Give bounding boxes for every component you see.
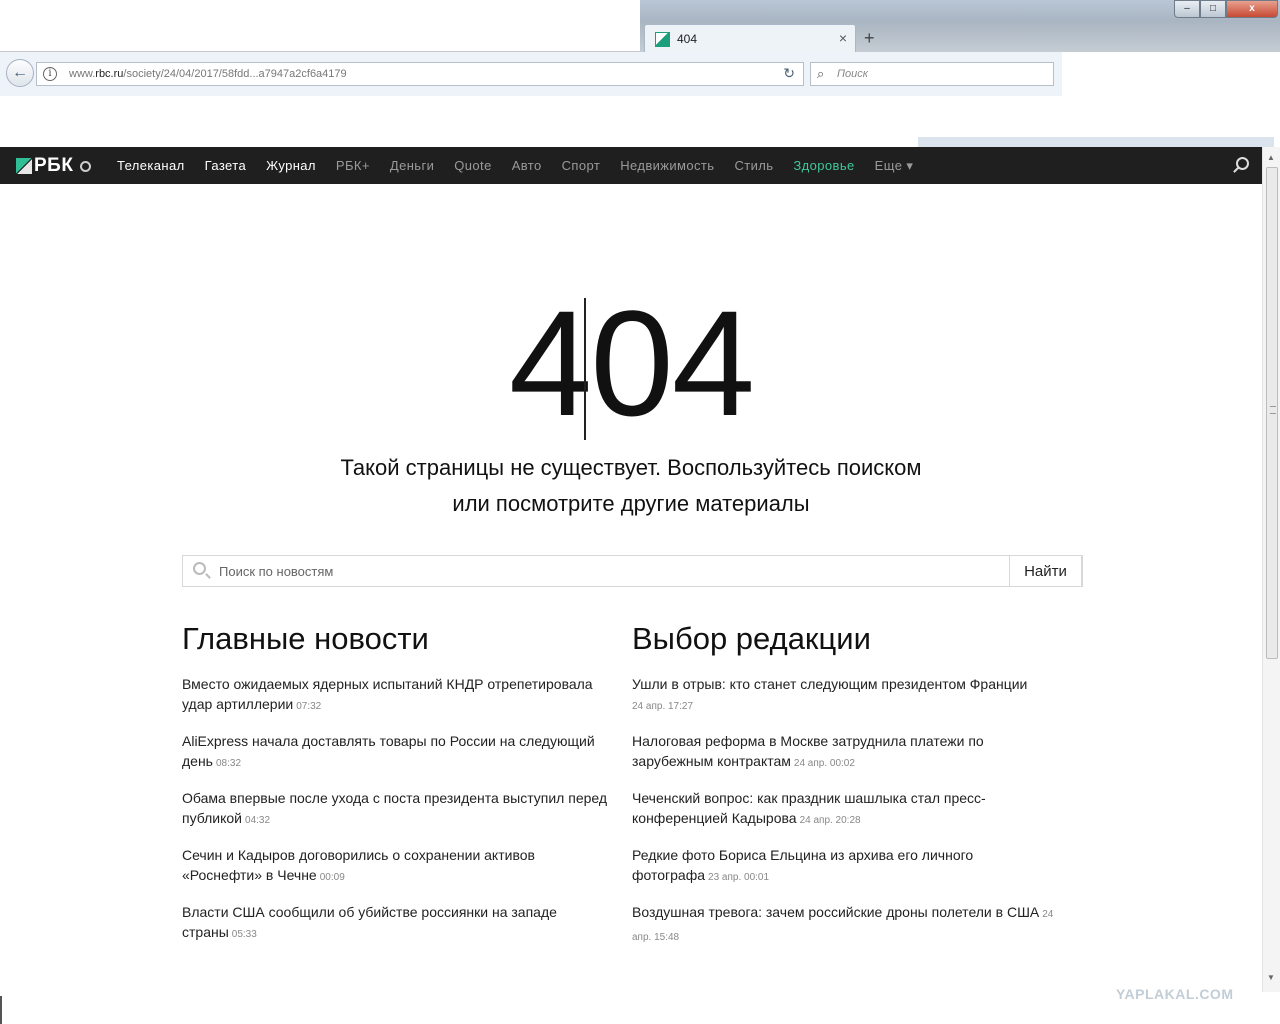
news-headline[interactable]: Редкие фото Бориса Ельцина из архива его… xyxy=(632,847,973,883)
editor-choice-title: Выбор редакции xyxy=(632,621,871,656)
news-time: 07:32 xyxy=(296,701,322,712)
news-headline[interactable]: AliExpress начала доставлять товары по Р… xyxy=(182,733,595,769)
news-time: 08:32 xyxy=(215,758,242,769)
news-item[interactable]: Ушли в отрыв: кто станет следующим прези… xyxy=(632,674,1062,717)
new-tab-button[interactable]: + xyxy=(864,28,875,49)
nav-link[interactable]: Недвижимость xyxy=(620,158,714,174)
bottom-left-border xyxy=(0,996,2,1024)
news-item[interactable]: Сечин и Кадыров договорились о сохранени… xyxy=(182,845,612,888)
watermark: YAPLAKAL.COM xyxy=(1116,986,1234,1002)
editor-choice-list: Ушли в отрыв: кто станет следующим прези… xyxy=(632,674,1062,948)
page-scrollbar[interactable]: ▲ ▼ xyxy=(1262,147,1280,992)
main-news-column: Главные новости Вместо ожидаемых ядерных… xyxy=(182,620,612,959)
scrollbar-grip-icon xyxy=(1270,406,1276,414)
news-time: 00:09 xyxy=(319,872,345,883)
main-news-list: Вместо ожидаемых ядерных испытаний КНДР … xyxy=(182,674,612,945)
news-headline[interactable]: Ушли в отрыв: кто станет следующим прези… xyxy=(632,676,1027,692)
news-item[interactable]: Обама впервые после ухода с поста презид… xyxy=(182,788,612,831)
browser-navbar: ← i www.rbc.ru/society/24/04/2017/58fdd.… xyxy=(0,52,1062,96)
nav-link[interactable]: Телеканал xyxy=(117,158,185,174)
nav-link[interactable]: Газета xyxy=(205,158,246,174)
page-bottom-edge xyxy=(0,992,1280,1024)
news-search-input[interactable] xyxy=(219,556,1009,586)
news-item[interactable]: Налоговая реформа в Москве затруднила пл… xyxy=(632,731,1062,774)
browser-titlebar: 404 × + – □ x xyxy=(0,0,1280,53)
search-icon: ⌕ xyxy=(817,66,825,81)
main-news-title: Главные новости xyxy=(182,621,429,656)
nav-link[interactable]: Авто xyxy=(512,158,542,174)
logo-text: РБК xyxy=(34,155,74,176)
news-time: 24 апр. 17:27 xyxy=(632,701,694,712)
nav-link[interactable]: Здоровье xyxy=(793,158,854,174)
news-item[interactable]: Вместо ожидаемых ядерных испытаний КНДР … xyxy=(182,674,612,717)
news-time: 23 апр. 00:01 xyxy=(708,872,770,883)
url-prefix: www. xyxy=(69,68,96,80)
news-headline[interactable]: Вместо ожидаемых ядерных испытаний КНДР … xyxy=(182,676,593,712)
error-message: Такой страницы не существует. Воспользуй… xyxy=(0,450,1262,522)
info-icon[interactable]: i xyxy=(43,67,57,81)
news-item[interactable]: Власти США сообщили об убийстве россиянк… xyxy=(182,902,612,945)
globe-icon[interactable] xyxy=(80,160,92,172)
news-headline[interactable]: Воздушная тревога: зачем российские дрон… xyxy=(632,904,1039,920)
scroll-up-arrow-icon[interactable]: ▲ xyxy=(1267,153,1275,162)
news-headline[interactable]: Сечин и Кадыров договорились о сохранени… xyxy=(182,847,535,883)
error-message-line-2: или посмотрите другие материалы xyxy=(452,491,810,516)
nav-link[interactable]: Журнал xyxy=(266,158,316,174)
news-search-form: Найти xyxy=(182,555,1083,587)
nav-link[interactable]: Еще ▾ xyxy=(875,158,914,174)
scroll-down-arrow-icon[interactable]: ▼ xyxy=(1267,973,1275,982)
url-host: rbc.ru xyxy=(95,68,124,80)
back-button[interactable]: ← xyxy=(6,59,34,87)
bookmarks-bar-edge xyxy=(918,137,1274,147)
tab-close-icon[interactable]: × xyxy=(839,30,847,46)
news-time: 24 апр. 00:02 xyxy=(793,758,855,769)
editor-choice-column: Выбор редакции Ушли в отрыв: кто станет … xyxy=(632,620,1062,962)
error-code: 404 xyxy=(508,279,755,447)
nav-link[interactable]: Спорт xyxy=(562,158,601,174)
browser-search-placeholder: Поиск xyxy=(837,68,868,80)
news-item[interactable]: Воздушная тревога: зачем российские дрон… xyxy=(632,902,1062,948)
search-submit-button[interactable]: Найти xyxy=(1009,555,1082,587)
search-icon[interactable] xyxy=(1236,157,1249,170)
text-cursor-divider xyxy=(584,298,586,440)
site-nav: Телеканал Газета Журнал РБК+ Деньги Quote Авто… xyxy=(117,158,933,174)
address-bar[interactable]: i www.rbc.ru/society/24/04/2017/58fdd...… xyxy=(36,62,804,86)
news-item[interactable]: Чеченский вопрос: как праздник шашлыка с… xyxy=(632,788,1062,831)
maximize-button[interactable]: □ xyxy=(1200,0,1226,18)
url-path: /society/24/04/2017/58fdd...a7947a2cf6a4… xyxy=(123,68,347,80)
nav-link[interactable]: Стиль xyxy=(734,158,773,174)
site-header: РБК Телеканал Газета Журнал РБК+ Деньги Quote… xyxy=(0,147,1262,184)
close-window-button[interactable]: x xyxy=(1226,0,1278,18)
browser-search-box[interactable]: ⌕ Поиск xyxy=(810,62,1054,86)
rbc-logo[interactable]: РБК xyxy=(16,155,92,176)
nav-link[interactable]: Quote xyxy=(454,158,491,174)
search-icon xyxy=(193,562,206,575)
nav-link[interactable]: РБК+ xyxy=(336,158,370,174)
rbc-favicon-icon xyxy=(655,32,670,47)
titlebar-blank-area xyxy=(0,0,640,52)
error-message-line-1: Такой страницы не существует. Воспользуй… xyxy=(340,455,922,480)
scrollbar-thumb[interactable] xyxy=(1266,167,1278,659)
tab-title: 404 xyxy=(677,32,698,46)
news-time: 24 апр. 20:28 xyxy=(799,815,861,826)
news-item[interactable]: AliExpress начала доставлять товары по Р… xyxy=(182,731,612,774)
nav-link[interactable]: Деньги xyxy=(390,158,434,174)
reload-icon[interactable]: ↻ xyxy=(783,65,795,82)
news-time: 05:33 xyxy=(231,929,257,940)
news-time: 04:32 xyxy=(245,815,271,826)
url-text[interactable]: www.rbc.ru/society/24/04/2017/58fdd...a7… xyxy=(69,68,347,80)
news-item[interactable]: Редкие фото Бориса Ельцина из архива его… xyxy=(632,845,1062,888)
logo-mark-icon xyxy=(16,158,32,174)
browser-tab[interactable]: 404 × xyxy=(644,24,856,53)
minimize-button[interactable]: – xyxy=(1174,0,1200,18)
window-controls: – □ x xyxy=(1174,0,1278,18)
